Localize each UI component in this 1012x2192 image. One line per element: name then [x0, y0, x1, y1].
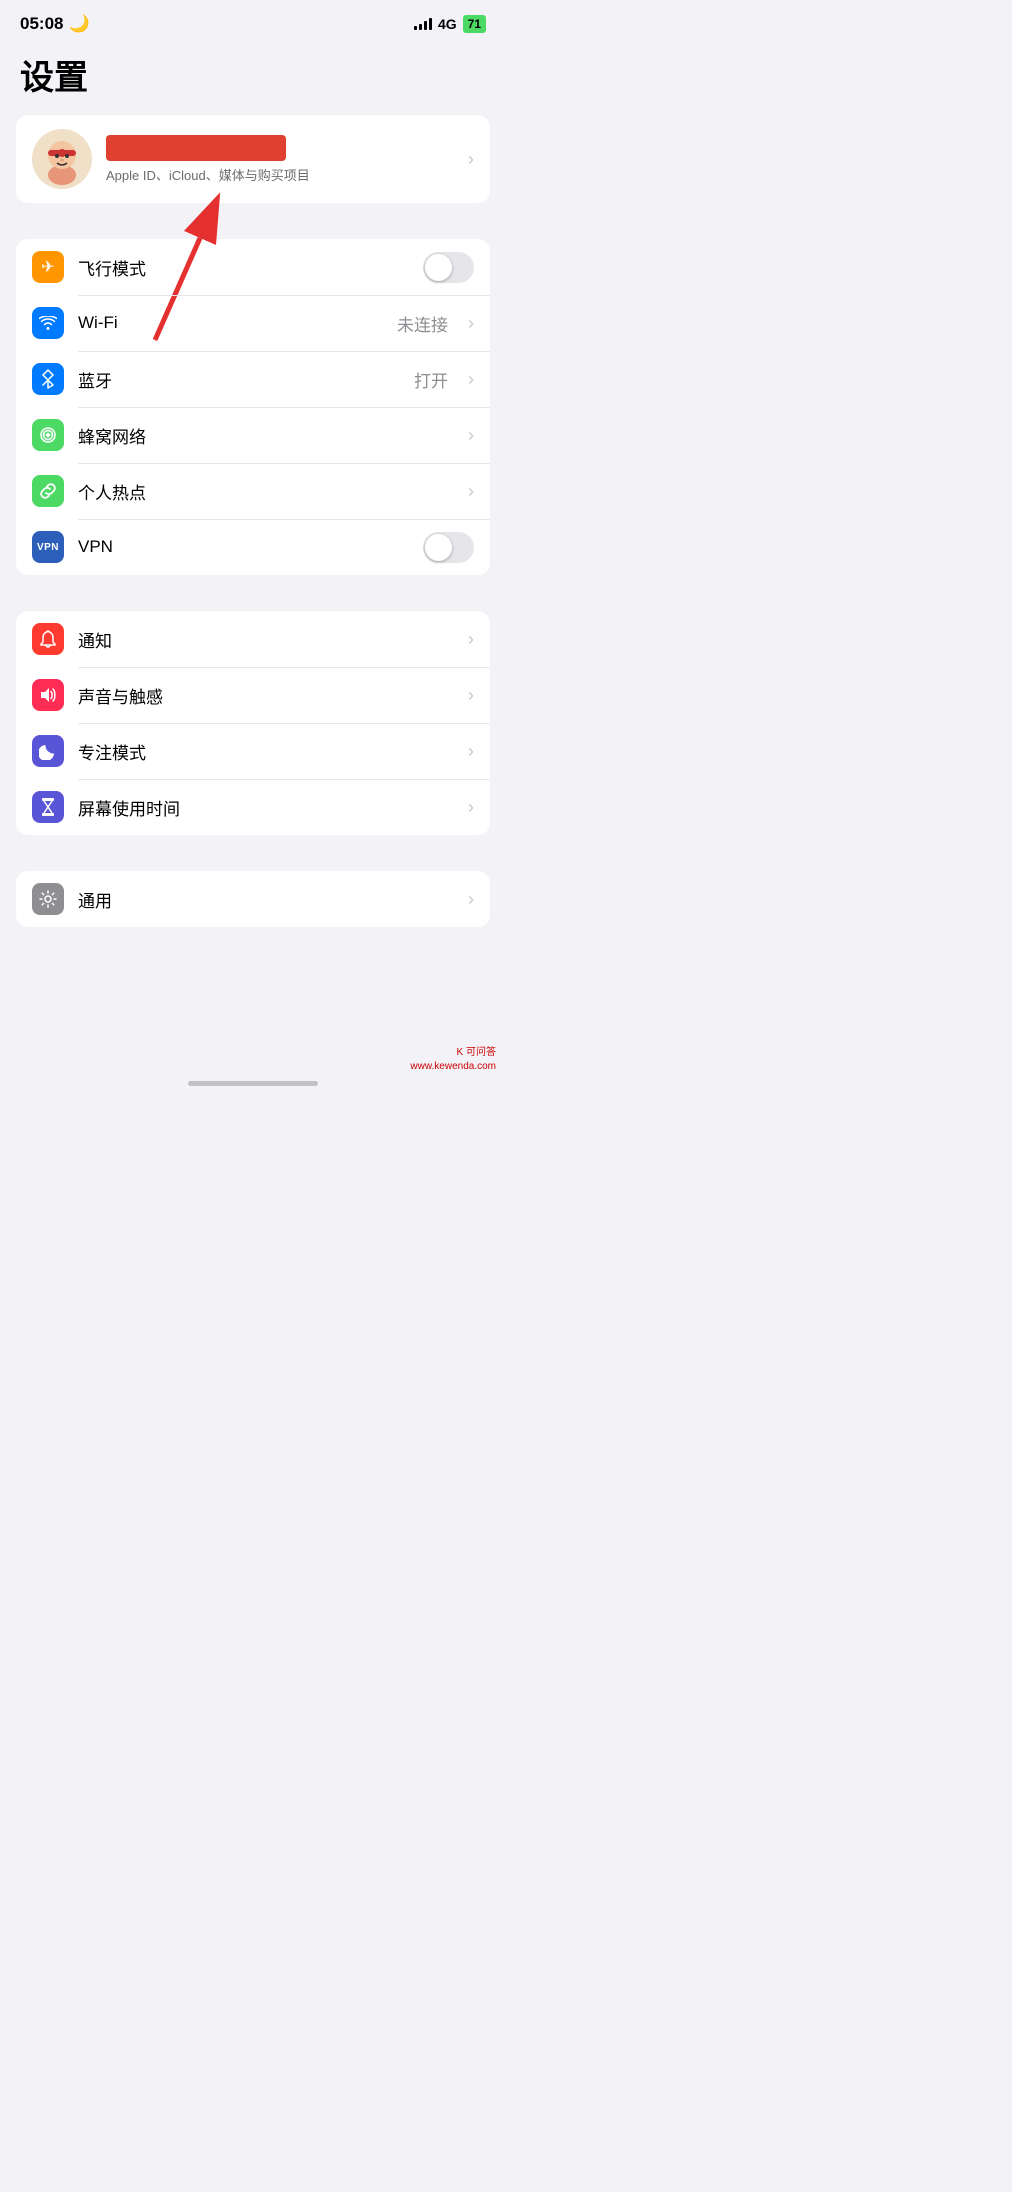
sounds-label: 声音与触感: [78, 683, 454, 708]
hotspot-label: 个人热点: [78, 479, 454, 504]
network-label: 4G: [438, 16, 457, 32]
avatar-image: [32, 129, 92, 189]
bluetooth-label: 蓝牙: [78, 367, 400, 392]
vpn-icon-wrap: VPN: [32, 531, 64, 563]
notification-section: 通知 › 声音与触感 › 专注模式 ›: [16, 611, 490, 835]
apple-id-subtitle: Apple ID、iCloud、媒体与购买项目: [106, 165, 454, 184]
home-indicator: [188, 1081, 318, 1086]
vpn-row[interactable]: VPN VPN: [16, 519, 490, 575]
wifi-value: 未连接: [397, 311, 448, 336]
wifi-chevron: ›: [468, 313, 474, 334]
focus-label: 专注模式: [78, 739, 454, 764]
notifications-label: 通知: [78, 627, 454, 652]
general-row[interactable]: 通用 ›: [16, 871, 490, 927]
bluetooth-value: 打开: [414, 367, 448, 392]
focus-row[interactable]: 专注模式 ›: [16, 723, 490, 779]
watermark: K 可问答www.kewenda.com: [410, 1046, 496, 1074]
cellular-icon-wrap: [32, 419, 64, 451]
status-bar: 05:08 🌙 4G 71: [0, 0, 506, 42]
status-time: 05:08: [20, 14, 63, 34]
signal-icon: [414, 18, 432, 30]
hotspot-chevron: ›: [468, 481, 474, 502]
wifi-row[interactable]: Wi-Fi 未连接 ›: [16, 295, 490, 351]
hotspot-row[interactable]: 个人热点 ›: [16, 463, 490, 519]
hourglass-icon: [40, 797, 56, 817]
vpn-toggle[interactable]: [423, 532, 474, 563]
sound-icon: [39, 686, 57, 704]
apple-id-chevron: ›: [468, 149, 474, 170]
airplane-icon-wrap: ✈: [32, 251, 64, 283]
notifications-chevron: ›: [468, 629, 474, 650]
notifications-icon-wrap: [32, 623, 64, 655]
cellular-chevron: ›: [468, 425, 474, 446]
airplane-label: 飞行模式: [78, 255, 409, 280]
bluetooth-icon: [41, 369, 55, 389]
airplane-mode-row[interactable]: ✈ 飞行模式: [16, 239, 490, 295]
screentime-label: 屏幕使用时间: [78, 795, 454, 820]
wifi-label: Wi-Fi: [78, 313, 383, 333]
apple-id-info: Apple ID、iCloud、媒体与购买项目: [106, 135, 454, 184]
bluetooth-row[interactable]: 蓝牙 打开 ›: [16, 351, 490, 407]
avatar: [32, 129, 92, 189]
cellular-row[interactable]: 蜂窝网络 ›: [16, 407, 490, 463]
bluetooth-chevron: ›: [468, 369, 474, 390]
hotspot-icon-wrap: [32, 475, 64, 507]
page-title: 设置: [0, 42, 506, 115]
general-icon-wrap: [32, 883, 64, 915]
bell-icon: [40, 630, 56, 648]
airplane-toggle[interactable]: [423, 252, 474, 283]
screentime-row[interactable]: 屏幕使用时间 ›: [16, 779, 490, 835]
focus-icon-wrap: [32, 735, 64, 767]
screentime-chevron: ›: [468, 797, 474, 818]
general-chevron: ›: [468, 889, 474, 910]
network-section: ✈ 飞行模式 Wi-Fi 未连接 ›: [16, 239, 490, 575]
gear-icon: [39, 890, 57, 908]
status-icons: 4G 71: [414, 15, 486, 33]
hotspot-icon: [38, 481, 58, 501]
vpn-label: VPN: [78, 537, 409, 557]
general-section: 通用 ›: [16, 871, 490, 927]
airplane-icon: ✈: [41, 257, 54, 277]
screentime-icon-wrap: [32, 791, 64, 823]
sounds-chevron: ›: [468, 685, 474, 706]
apple-id-name-redacted: [106, 135, 286, 161]
notifications-row[interactable]: 通知 ›: [16, 611, 490, 667]
cellular-icon: [39, 426, 57, 444]
wifi-icon-wrap: [32, 307, 64, 339]
vpn-icon: VPN: [37, 542, 59, 553]
focus-chevron: ›: [468, 741, 474, 762]
bluetooth-icon-wrap: [32, 363, 64, 395]
moon-icon: [39, 742, 57, 760]
cellular-label: 蜂窝网络: [78, 423, 454, 448]
apple-id-section: Apple ID、iCloud、媒体与购买项目 ›: [16, 115, 490, 203]
apple-id-row[interactable]: Apple ID、iCloud、媒体与购买项目 ›: [16, 115, 490, 203]
general-label: 通用: [78, 887, 454, 912]
moon-icon: 🌙: [68, 14, 89, 34]
battery-icon: 71: [463, 15, 486, 33]
sounds-row[interactable]: 声音与触感 ›: [16, 667, 490, 723]
wifi-icon: [39, 316, 57, 330]
sounds-icon-wrap: [32, 679, 64, 711]
